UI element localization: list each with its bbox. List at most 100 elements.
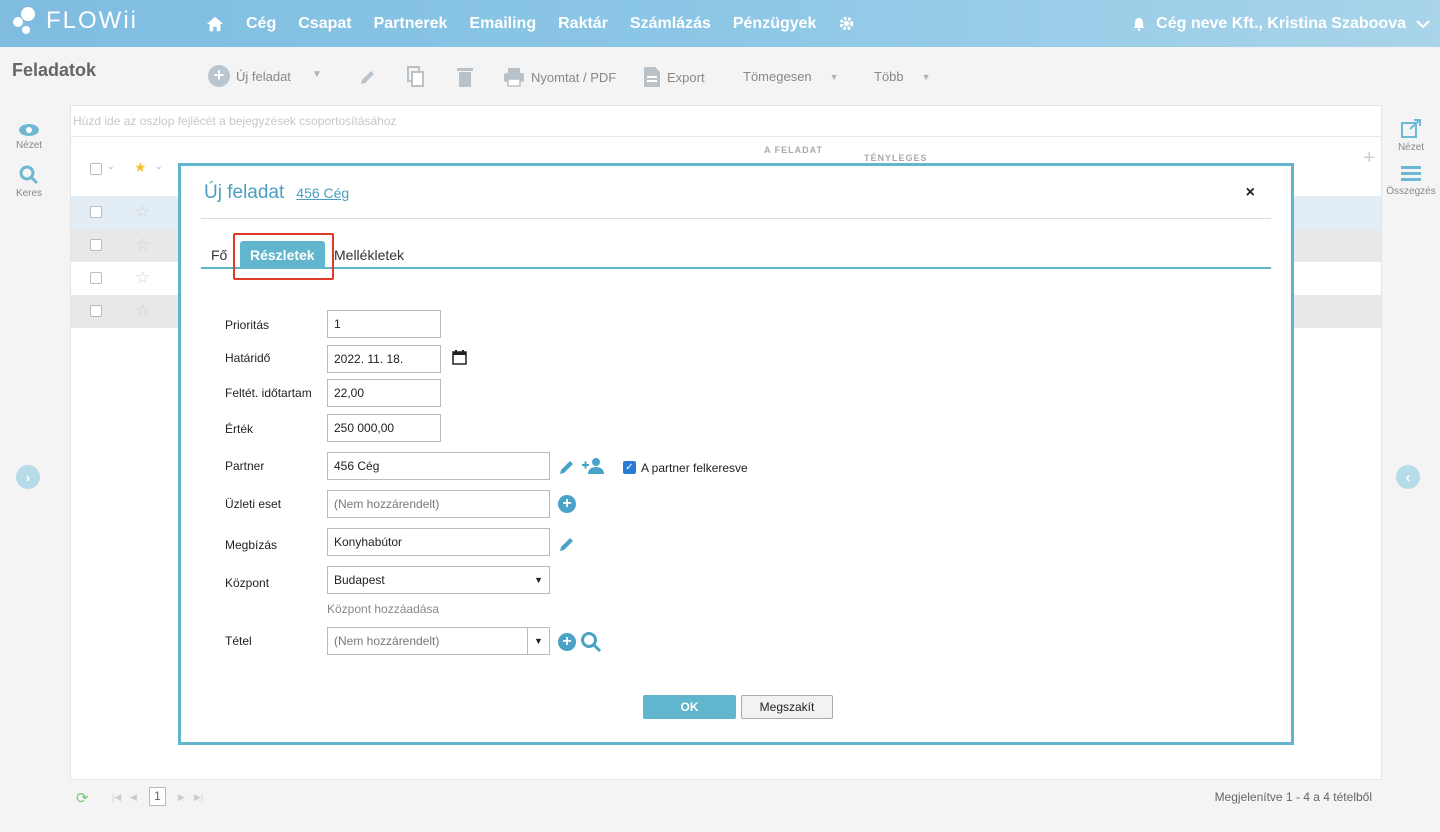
- nav-item-emailing[interactable]: Emailing: [469, 15, 536, 33]
- star-outline-icon[interactable]: ☆: [135, 235, 150, 255]
- list-icon: [1401, 166, 1421, 181]
- last-page-icon[interactable]: ▶|: [194, 792, 203, 803]
- caret-down-icon[interactable]: ▼: [527, 628, 549, 654]
- current-page[interactable]: 1: [149, 787, 166, 806]
- select-all-checkbox[interactable]: [90, 163, 102, 175]
- more-label: Több: [874, 69, 904, 84]
- logo[interactable]: FLOWii: [12, 6, 138, 36]
- add-column-icon[interactable]: +: [1363, 147, 1375, 170]
- gear-icon[interactable]: [838, 15, 855, 32]
- order-input[interactable]: Konyhabútor: [327, 528, 550, 556]
- duration-label: Feltét. időtartam: [225, 386, 312, 400]
- nav-item-team[interactable]: Csapat: [298, 15, 351, 33]
- expand-left-icon[interactable]: ›: [16, 465, 40, 489]
- add-person-icon[interactable]: [581, 457, 605, 475]
- partner-label: Partner: [225, 459, 265, 473]
- bell-icon[interactable]: [1132, 17, 1146, 31]
- ok-button[interactable]: OK: [643, 695, 736, 719]
- star-icon[interactable]: ★: [134, 159, 147, 176]
- bulk-dropdown[interactable]: Tömegesen ▼: [743, 69, 839, 84]
- row-checkbox[interactable]: [90, 272, 102, 284]
- edit-icon[interactable]: [558, 458, 576, 476]
- page-title: Feladatok: [12, 60, 97, 80]
- dialog-title-text: Új feladat: [204, 182, 285, 203]
- search-icon: [19, 165, 39, 185]
- new-task-label: Új feladat: [236, 68, 291, 84]
- column-actual[interactable]: TÉNYLEGES: [864, 153, 928, 163]
- star-outline-icon[interactable]: ☆: [135, 301, 150, 321]
- calendar-icon[interactable]: [452, 350, 467, 365]
- main-nav: Cég Csapat Partnerek Emailing Raktár Szá…: [206, 0, 855, 47]
- chevron-down-icon[interactable]: [1416, 19, 1430, 29]
- dialog-divider: [201, 218, 1271, 219]
- search-label: Keres: [15, 188, 43, 199]
- caret-down-icon: ▼: [534, 575, 543, 585]
- dialog-partner-link[interactable]: 456 Cég: [296, 185, 349, 201]
- toolbar: Feladatok + Új feladat ▼ Nyomtat / PDF E…: [0, 47, 1440, 105]
- trash-icon[interactable]: [456, 66, 474, 88]
- partner-visited-label: A partner felkeresve: [641, 461, 748, 475]
- user-menu[interactable]: Cég neve Kft., Kristina Szaboova: [1132, 0, 1430, 47]
- chevron-down-icon[interactable]: ⌄: [155, 161, 163, 172]
- summary-button[interactable]: Összegzés: [1382, 165, 1440, 197]
- plus-circle-icon: +: [208, 65, 230, 87]
- cancel-button[interactable]: Megszakít: [741, 695, 833, 719]
- nav-item-partners[interactable]: Partnerek: [374, 15, 448, 33]
- more-dropdown[interactable]: Több ▼: [874, 69, 931, 84]
- dialog-title: Új feladat 456 Cég: [204, 182, 349, 204]
- logo-icon: [13, 7, 35, 34]
- close-icon[interactable]: ×: [1246, 184, 1255, 202]
- deadline-input[interactable]: 2022. 11. 18.: [327, 345, 441, 373]
- value-input[interactable]: 250 000,00: [327, 414, 441, 442]
- prev-page-icon[interactable]: ◀: [130, 792, 137, 803]
- row-checkbox[interactable]: [90, 305, 102, 317]
- tab-main[interactable]: Fő: [211, 241, 227, 269]
- star-outline-icon[interactable]: ☆: [135, 268, 150, 288]
- chevron-down-icon[interactable]: ⌄: [107, 161, 115, 172]
- column-task-start[interactable]: A FELADAT: [764, 145, 823, 155]
- center-select-value: Budapest: [334, 573, 385, 587]
- center-select[interactable]: Budapest ▼: [327, 566, 550, 594]
- edit-icon[interactable]: [358, 67, 378, 87]
- copy-icon[interactable]: [406, 66, 426, 88]
- deal-input[interactable]: (Nem hozzárendelt): [327, 490, 550, 518]
- next-page-icon[interactable]: ▶: [178, 792, 185, 803]
- row-checkbox[interactable]: [90, 239, 102, 251]
- refresh-icon[interactable]: ⟳: [76, 789, 89, 807]
- item-combobox[interactable]: (Nem hozzárendelt) ▼: [327, 627, 550, 655]
- row-checkbox[interactable]: [90, 206, 102, 218]
- collapse-right-icon[interactable]: ‹: [1396, 465, 1420, 489]
- item-combobox-value: (Nem hozzárendelt): [334, 634, 440, 648]
- top-bar: FLOWii Cég Csapat Partnerek Emailing Rak…: [0, 0, 1440, 47]
- caret-down-icon[interactable]: ▼: [312, 69, 322, 80]
- nav-item-company[interactable]: Cég: [246, 15, 276, 33]
- first-page-icon[interactable]: |◀: [112, 792, 121, 803]
- add-deal-icon[interactable]: +: [558, 495, 576, 513]
- new-task-button[interactable]: + Új feladat: [208, 65, 291, 87]
- tab-attachments[interactable]: Mellékletek: [334, 241, 404, 269]
- summary-label: Összegzés: [1386, 186, 1436, 197]
- nav-item-finance[interactable]: Pénzügyek: [733, 15, 817, 33]
- item-label: Tétel: [225, 634, 252, 648]
- home-icon[interactable]: [206, 15, 224, 33]
- center-label: Központ: [225, 576, 270, 590]
- partner-input[interactable]: 456 Cég: [327, 452, 550, 480]
- print-pdf-button[interactable]: Nyomtat / PDF: [503, 67, 616, 87]
- view-right-button[interactable]: Nézet: [1382, 119, 1440, 153]
- nav-item-invoicing[interactable]: Számlázás: [630, 15, 711, 33]
- print-label: Nyomtat / PDF: [531, 69, 617, 85]
- star-outline-icon[interactable]: ☆: [135, 202, 150, 222]
- nav-item-warehouse[interactable]: Raktár: [558, 15, 608, 33]
- priority-input[interactable]: 1: [327, 310, 441, 338]
- add-center-link[interactable]: Központ hozzáadása: [327, 602, 439, 616]
- user-name[interactable]: Cég neve Kft., Kristina Szaboova: [1156, 15, 1406, 33]
- tab-details[interactable]: Részletek: [240, 241, 325, 269]
- add-item-icon[interactable]: +: [558, 633, 576, 651]
- search-button[interactable]: Keres: [0, 165, 58, 199]
- partner-visited-checkbox[interactable]: ✓: [623, 461, 636, 474]
- edit-icon[interactable]: [558, 535, 576, 553]
- search-icon[interactable]: [580, 631, 602, 653]
- export-button[interactable]: Export: [643, 66, 705, 88]
- view-button[interactable]: Nézet: [0, 123, 58, 151]
- duration-input[interactable]: 22,00: [327, 379, 441, 407]
